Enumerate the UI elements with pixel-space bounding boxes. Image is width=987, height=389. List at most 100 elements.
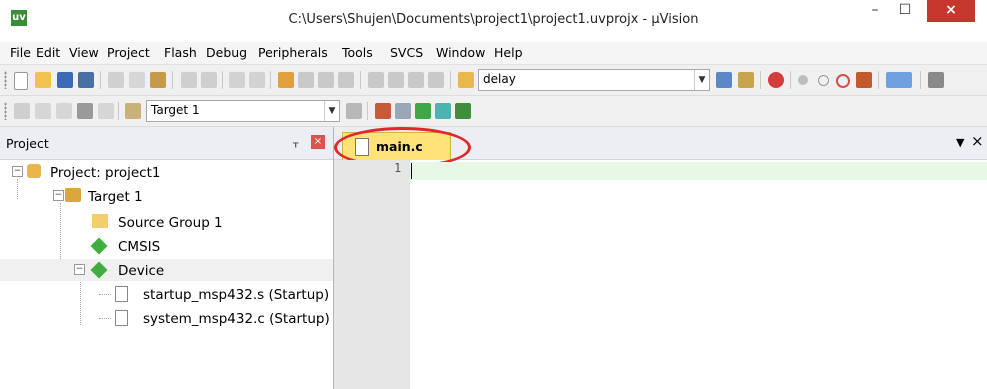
collapse-toggle[interactable]: − [12,166,23,177]
tree-item-startup-file[interactable]: startup_msp432.s (Startup) [0,283,333,305]
menu-svcs[interactable]: SVCS [390,45,423,60]
tree-label-system-file: system_msp432.c (Startup) [143,311,330,327]
menu-view[interactable]: View [69,45,99,60]
menu-project[interactable]: Project [107,45,150,60]
title-bar: uv C:\Users\Shujen\Documents\project1\pr… [0,0,987,42]
clear-bookmarks-icon[interactable] [338,72,354,88]
enable-breakpoint-icon[interactable] [818,75,829,86]
build-toolbar: Target 1 ▼ [0,96,987,127]
undo-icon[interactable] [181,72,197,88]
save-icon[interactable] [57,72,73,88]
open-file-icon[interactable] [35,72,51,88]
line-number: 1 [394,161,402,175]
project-panel-title: Project [6,136,49,151]
menu-flash[interactable]: Flash [164,45,197,60]
file-extensions-icon[interactable] [375,103,391,119]
standard-toolbar: delay ▼ [0,65,987,96]
navigate-back-icon[interactable] [229,72,245,88]
pin-icon[interactable]: ᚁ [293,136,298,149]
pack-installer-icon[interactable] [435,103,451,119]
toolbar-separator [367,102,368,120]
tree-item-target[interactable]: − Target 1 [0,185,333,207]
project-panel-header: Project ᚁ × [0,127,333,160]
tree-label-device: Device [118,263,165,279]
tree-item-system-file[interactable]: system_msp432.c (Startup) [0,307,333,329]
stop-build-icon[interactable] [98,103,114,119]
build-icon[interactable] [35,103,51,119]
find-combo[interactable]: delay ▼ [478,69,710,91]
minimize-button[interactable]: – [860,0,890,22]
tree-label-target: Target 1 [88,189,143,205]
insert-bookmark-icon[interactable] [278,72,294,88]
kill-breakpoints-icon[interactable] [856,72,872,88]
configure-icon[interactable] [928,72,944,88]
menu-window[interactable]: Window [436,45,485,60]
tree-label-startup-file: startup_msp432.s (Startup) [143,287,330,303]
copy-icon[interactable] [129,72,145,88]
target-combo[interactable]: Target 1 ▼ [146,100,340,122]
batch-build-icon[interactable] [77,103,93,119]
toolbar-grip[interactable] [4,71,7,89]
tree-item-device[interactable]: − Device [0,259,333,281]
close-panel-icon[interactable]: × [311,135,325,149]
target-options-icon[interactable] [346,103,362,119]
redo-icon[interactable] [201,72,217,88]
toolbar-separator [790,71,791,89]
save-all-icon[interactable] [78,72,94,88]
window-layout-icon[interactable] [886,72,912,88]
new-file-icon[interactable] [14,72,28,90]
toolbar-separator [222,71,223,89]
toolbar-separator [360,71,361,89]
find-in-files-icon[interactable] [458,72,474,88]
collapse-toggle[interactable]: − [53,190,64,201]
toolbar-separator [760,71,761,89]
select-packs-icon[interactable] [415,103,431,119]
find-icon[interactable] [716,72,732,88]
tree-item-source-group[interactable]: Source Group 1 [0,211,333,233]
chevron-down-icon[interactable]: ▼ [324,101,339,121]
toolbar-separator [100,71,101,89]
menu-tools[interactable]: Tools [342,45,373,60]
collapse-toggle[interactable]: − [74,264,85,275]
translate-icon[interactable] [14,103,30,119]
target-icon [65,188,81,202]
toolbar-grip[interactable] [4,102,7,120]
paste-icon[interactable] [150,72,166,88]
menu-peripherals[interactable]: Peripherals [258,45,328,60]
menu-bar: File Edit View Project Flash Debug Perip… [0,42,987,65]
manage-rte-icon[interactable] [395,103,411,119]
find-combo-value: delay [483,72,516,86]
current-line[interactable] [410,162,987,180]
comment-icon[interactable] [408,72,424,88]
close-window-button[interactable]: × [927,0,975,22]
menu-edit[interactable]: Edit [36,45,60,60]
uncomment-icon[interactable] [428,72,444,88]
previous-bookmark-icon[interactable] [298,72,314,88]
disable-breakpoints-icon[interactable] [836,74,850,88]
tree-item-project[interactable]: − Project: project1 [0,161,333,183]
rebuild-icon[interactable] [56,103,72,119]
tree-item-cmsis[interactable]: CMSIS [0,235,333,257]
run-time-environment-icon[interactable] [455,103,471,119]
tab-list-icon[interactable]: ▼ [956,136,964,149]
maximize-button[interactable]: ☐ [890,0,920,22]
file-icon [115,310,128,326]
menu-debug[interactable]: Debug [206,45,247,60]
debug-session-icon[interactable] [768,72,784,88]
cut-icon[interactable] [108,72,124,88]
menu-help[interactable]: Help [494,45,523,60]
toolbar-separator [270,71,271,89]
incremental-find-icon[interactable] [738,72,754,88]
breakpoint-icon[interactable] [798,75,808,85]
navigate-forward-icon[interactable] [249,72,265,88]
file-icon [115,286,128,302]
text-cursor [411,163,412,179]
chevron-down-icon[interactable]: ▼ [694,70,709,90]
indent-icon[interactable] [368,72,384,88]
close-tab-icon[interactable]: × [971,132,984,150]
menu-file[interactable]: File [10,45,31,60]
tree-label-project: Project: project1 [50,165,161,181]
download-icon[interactable] [125,103,141,119]
next-bookmark-icon[interactable] [318,72,334,88]
unindent-icon[interactable] [388,72,404,88]
